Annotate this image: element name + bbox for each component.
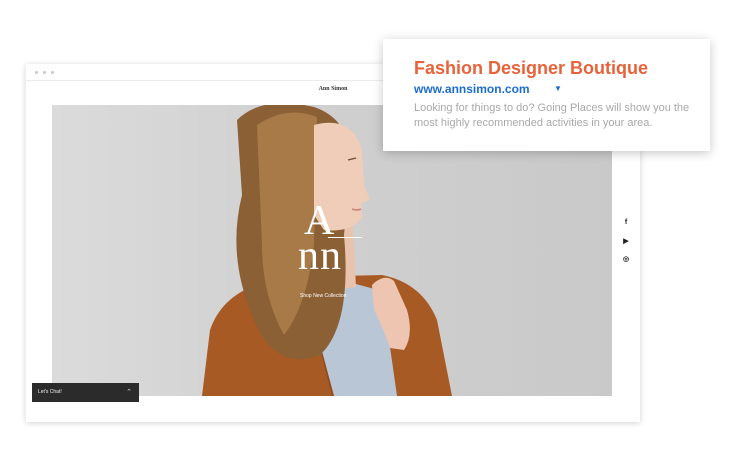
window-dot (43, 71, 46, 74)
chat-label: Let's Chat! (38, 389, 62, 395)
youtube-icon[interactable]: ▶ (621, 236, 631, 246)
logo-letters-nn: nn (298, 233, 342, 279)
shop-collection-link[interactable]: Shop New Collection (300, 293, 346, 299)
chevron-up-icon[interactable]: ⌃ (126, 388, 132, 396)
brand-logo: A nn (298, 200, 368, 280)
facebook-icon[interactable]: f (621, 217, 631, 227)
result-title[interactable]: Fashion Designer Boutique (414, 58, 648, 79)
window-dot (51, 71, 54, 74)
result-url[interactable]: www.annsimon.com (414, 82, 530, 96)
window-dot (35, 71, 38, 74)
chat-widget[interactable]: Let's Chat! ⌃ (32, 383, 139, 402)
dropdown-arrow-icon[interactable]: ▼ (554, 84, 562, 93)
result-description: Looking for things to do? Going Places w… (414, 102, 690, 129)
search-result-card: Fashion Designer Boutique www.annsimon.c… (383, 39, 710, 151)
instagram-icon[interactable]: ◎ (621, 254, 631, 264)
